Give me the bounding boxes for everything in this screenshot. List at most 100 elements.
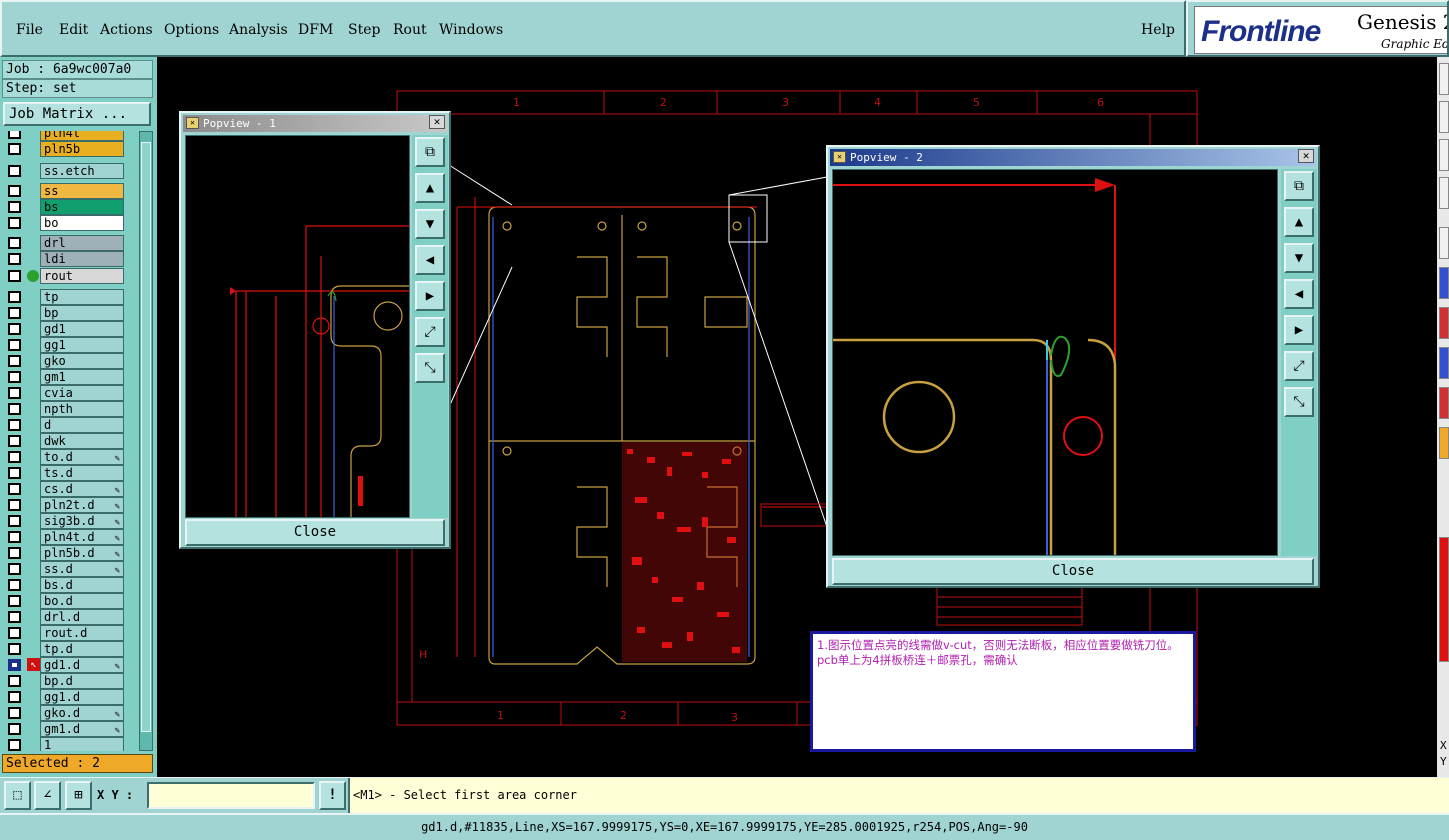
popview-1-window[interactable]: ✕ Popview - 1 ✕ ⧉ ▲ ▼ ◀ ▶ ⤢ ⤡ Close <box>179 111 451 549</box>
layer-checkbox[interactable] <box>8 237 21 249</box>
zoom-in-icon[interactable]: ⤢ <box>1284 351 1314 381</box>
layer-name[interactable]: ss.d ✎ <box>40 561 124 577</box>
layer-row[interactable]: dwk <box>2 433 138 449</box>
alert-icon[interactable]: ! <box>319 781 346 810</box>
layer-checkbox[interactable] <box>8 659 21 671</box>
layer-row[interactable]: gm1.d ✎ <box>2 721 138 737</box>
right-tool-4[interactable] <box>1439 177 1449 209</box>
layer-name[interactable]: ts.d <box>40 465 124 481</box>
pan-left-icon[interactable]: ◀ <box>415 245 445 275</box>
layer-row[interactable]: cvia <box>2 385 138 401</box>
layer-checkbox[interactable] <box>8 435 21 447</box>
layer-name[interactable]: cs.d ✎ <box>40 481 124 497</box>
menu-file[interactable]: File <box>16 22 43 38</box>
layer-row[interactable]: tp.d <box>2 641 138 657</box>
layer-name[interactable]: gd1 <box>40 321 124 337</box>
layer-name[interactable]: npth <box>40 401 124 417</box>
zoom-out-icon[interactable]: ⤡ <box>415 353 445 383</box>
layer-name[interactable]: d <box>40 417 124 433</box>
layer-row[interactable]: bo.d <box>2 593 138 609</box>
layer-row[interactable]: bo <box>2 215 138 231</box>
pan-left-icon[interactable]: ◀ <box>1284 279 1314 309</box>
layer-name[interactable]: bs <box>40 199 124 215</box>
layer-checkbox[interactable] <box>8 403 21 415</box>
layer-checkbox[interactable] <box>8 185 21 197</box>
layer-name[interactable]: gm1 <box>40 369 124 385</box>
layer-checkbox[interactable] <box>8 323 21 335</box>
layer-checkbox[interactable] <box>8 579 21 591</box>
layer-checkbox[interactable] <box>8 143 21 155</box>
layer-name[interactable]: tp.d <box>40 641 124 657</box>
menu-analysis[interactable]: Analysis <box>229 22 288 38</box>
layer-row[interactable]: pln2t.d ✎ <box>2 497 138 513</box>
layer-row[interactable]: gko <box>2 353 138 369</box>
layer-name[interactable]: bs.d <box>40 577 124 593</box>
right-tool-2[interactable] <box>1439 101 1449 133</box>
layer-checkbox[interactable] <box>8 515 21 527</box>
layer-checkbox[interactable] <box>8 291 21 303</box>
layer-row[interactable]: gg1 <box>2 337 138 353</box>
layer-name[interactable]: bo <box>40 215 124 231</box>
layer-name[interactable]: to.d ✎ <box>40 449 124 465</box>
layer-name[interactable]: pln4t.d ✎ <box>40 529 124 545</box>
menu-rout[interactable]: Rout <box>393 22 427 38</box>
layer-row[interactable]: ss <box>2 183 138 199</box>
pan-up-icon[interactable]: ▲ <box>1284 207 1314 237</box>
popview-2-view[interactable] <box>832 169 1278 556</box>
right-tool-10[interactable] <box>1439 427 1449 459</box>
layer-row[interactable]: 1 <box>2 737 138 751</box>
zoom-fit-icon[interactable]: ⧉ <box>1284 171 1314 201</box>
layer-row[interactable]: to.d ✎ <box>2 449 138 465</box>
layer-name[interactable]: tp <box>40 289 124 305</box>
layer-checkbox[interactable] <box>8 563 21 575</box>
layer-checkbox[interactable] <box>8 201 21 213</box>
layer-name[interactable]: gm1.d ✎ <box>40 721 124 737</box>
layer-name[interactable]: pln2t.d ✎ <box>40 497 124 513</box>
layer-checkbox[interactable] <box>8 483 21 495</box>
layer-name[interactable]: gd1.d ✎ <box>40 657 124 673</box>
layer-row[interactable]: cs.d ✎ <box>2 481 138 497</box>
popview-1-titlebar[interactable]: ✕ Popview - 1 <box>183 115 447 132</box>
layer-name[interactable]: ss <box>40 183 124 199</box>
layer-row[interactable]: bs <box>2 199 138 215</box>
layer-checkbox[interactable] <box>8 627 21 639</box>
layer-name[interactable]: rout.d <box>40 625 124 641</box>
right-tool-6[interactable] <box>1439 267 1449 299</box>
layer-name[interactable]: drl <box>40 235 124 251</box>
right-tool-3[interactable] <box>1439 139 1449 171</box>
layer-name[interactable]: gko <box>40 353 124 369</box>
right-tool-5[interactable] <box>1439 227 1449 259</box>
popview-1-view[interactable] <box>185 135 410 518</box>
measure-icon[interactable]: ∠ <box>34 781 61 810</box>
right-tool-8[interactable] <box>1439 347 1449 379</box>
layer-row[interactable]: bp.d <box>2 673 138 689</box>
layer-row[interactable]: gko.d ✎ <box>2 705 138 721</box>
layer-row[interactable]: gm1 <box>2 369 138 385</box>
menu-help[interactable]: Help <box>1141 22 1175 38</box>
layer-name[interactable]: gg1 <box>40 337 124 353</box>
layer-row[interactable]: pln4t <box>2 131 138 141</box>
layer-checkbox[interactable] <box>8 339 21 351</box>
layer-checkbox[interactable] <box>8 691 21 703</box>
layer-checkbox[interactable] <box>8 467 21 479</box>
layer-row[interactable]: pln5b <box>2 141 138 157</box>
layer-row[interactable]: gg1.d <box>2 689 138 705</box>
layer-checkbox[interactable] <box>8 165 21 177</box>
layer-name[interactable]: pln5b <box>40 141 124 157</box>
popview-2-close-icon[interactable]: ✕ <box>1298 149 1314 163</box>
menu-actions[interactable]: Actions <box>100 22 153 38</box>
layer-name[interactable]: bo.d <box>40 593 124 609</box>
layer-row[interactable]: bs.d <box>2 577 138 593</box>
popview-2-close-button[interactable]: Close <box>832 558 1314 585</box>
layer-row[interactable]: drl.d <box>2 609 138 625</box>
layer-row[interactable]: ldi <box>2 251 138 267</box>
pan-right-icon[interactable]: ▶ <box>1284 315 1314 345</box>
popview-1-close-icon[interactable]: ✕ <box>429 115 445 129</box>
layer-name[interactable]: pln4t <box>40 131 124 141</box>
layer-checkbox[interactable] <box>8 131 21 139</box>
layer-row[interactable]: tp <box>2 289 138 305</box>
layer-row[interactable]: drl <box>2 235 138 251</box>
layer-checkbox[interactable] <box>8 253 21 265</box>
layer-checkbox[interactable] <box>8 419 21 431</box>
layer-checkbox[interactable] <box>8 371 21 383</box>
